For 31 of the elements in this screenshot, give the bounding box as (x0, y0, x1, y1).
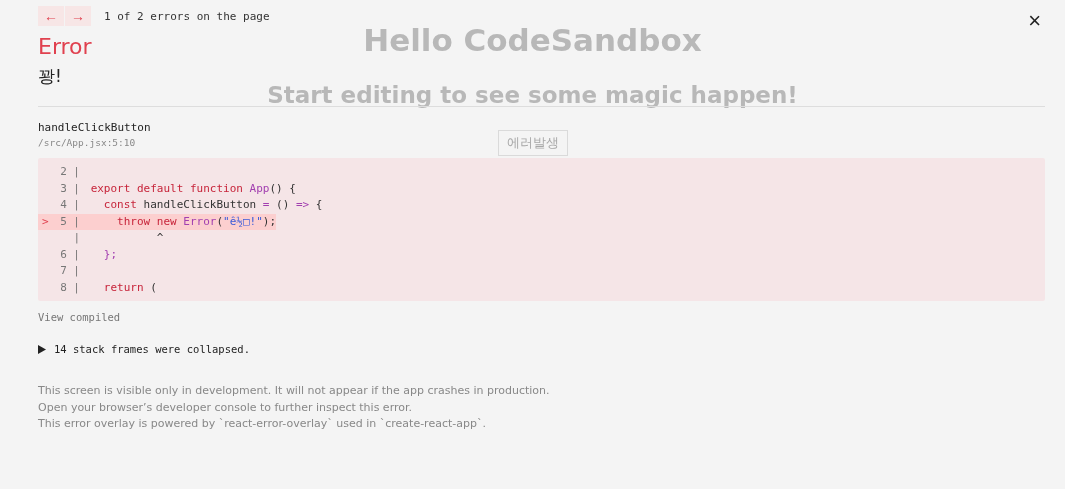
footer-note: This error overlay is powered by `react-error-overlay` used in `create-react-app`. (38, 416, 487, 432)
line-gutter: 6 | (59, 246, 81, 263)
file-location: /src/App.jsx:5:10 (38, 137, 136, 148)
function-name: handleClickButton (38, 121, 152, 134)
error-trigger-button[interactable]: 에러발생 (497, 130, 568, 156)
error-message: 꽝! (38, 65, 63, 88)
error-heading: Error (38, 34, 92, 59)
next-error-button[interactable]: → (65, 6, 91, 26)
previous-error-button[interactable]: ← (38, 6, 64, 26)
code-line: }; (102, 246, 118, 263)
line-gutter: > 5 | (41, 213, 81, 230)
close-button[interactable]: × (1028, 8, 1041, 34)
code-line: return ( (102, 279, 157, 296)
footer-note: This screen is visible only in development. It will not appear if the app crashes in production. (38, 383, 551, 399)
view-compiled-link[interactable]: View compiled (38, 311, 121, 323)
line-gutter: 2 | (59, 164, 81, 180)
line-gutter: 3 | (59, 180, 81, 197)
page-title: Hello CodeSandbox (363, 22, 702, 58)
page-subtitle: Start editing to see some magic happen! (267, 82, 798, 108)
code-line: ^ (155, 230, 164, 246)
code-line: throw new Error("ê½□!"); (116, 213, 277, 230)
line-gutter: 7 | (59, 263, 81, 279)
line-gutter: | (72, 230, 81, 246)
stack-frames-toggle[interactable]: 14 stack frames were collapsed. (38, 343, 250, 355)
line-gutter: 8 | (59, 279, 81, 296)
footer-note: Open your browser’s developer console to further inspect this error. (38, 399, 413, 416)
code-line: const handleClickButton = () => { (102, 197, 323, 213)
line-gutter: 4 | (59, 197, 81, 213)
triangle-icon (38, 344, 46, 354)
code-line: export default function App() { (89, 180, 296, 197)
error-counter: 1 of 2 errors on the page (104, 9, 270, 23)
